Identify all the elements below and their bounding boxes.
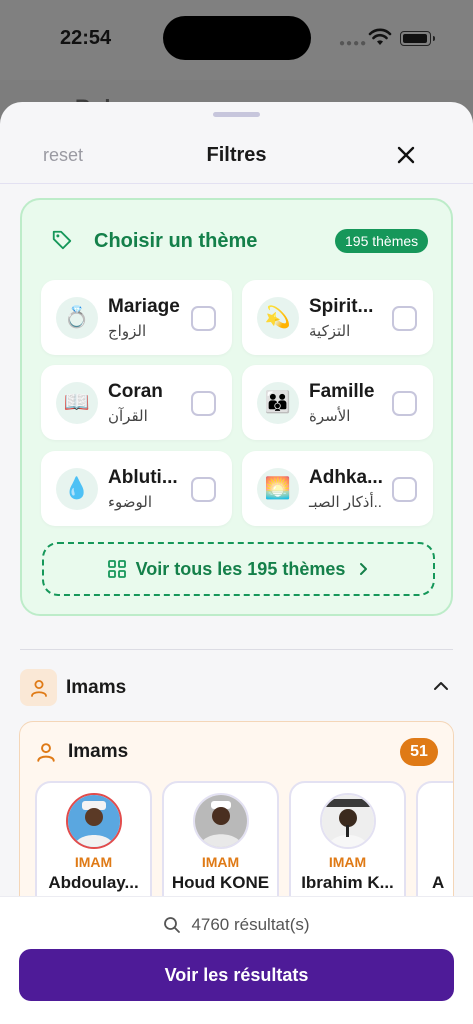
theme-checkbox[interactable]	[392, 306, 417, 331]
see-all-themes-button[interactable]: Voir tous les 195 thèmes	[42, 542, 435, 596]
imam-name: Ibrahim K...	[301, 873, 394, 892]
filter-sheet: reset Filtres Choisir un thème 195 thème…	[0, 102, 473, 1024]
theme-arabic-label: الأسرة	[309, 408, 351, 425]
theme-heading: Choisir un thème	[94, 230, 258, 252]
theme-arabic-label: الزواج	[108, 323, 147, 340]
theme-tile-adhkar[interactable]: 🌅 Adhka... أذكار الصبـ..	[242, 451, 433, 526]
results-count: 4760 résultat(s)	[191, 915, 310, 934]
theme-arabic-label: أذكار الصبـ..	[309, 494, 382, 511]
family-icon: 👪	[257, 382, 299, 424]
ring-icon: 💍	[56, 297, 98, 339]
theme-tile-coran[interactable]: 📖 Coran القرآن	[41, 365, 232, 440]
dynamic-island	[163, 16, 311, 60]
person-icon	[37, 743, 55, 762]
battery-icon	[400, 31, 435, 46]
sunrise-icon: 🌅	[257, 468, 299, 510]
see-all-themes-label: Voir tous les 195 thèmes	[135, 558, 346, 579]
theme-count-badge: 195 thèmes	[335, 229, 429, 253]
status-time: 22:54	[60, 27, 112, 49]
theme-label: Spirit...	[309, 296, 374, 317]
theme-label: Famille	[309, 381, 375, 402]
imam-name: Abdoulay...	[48, 873, 139, 892]
sheet-grabber[interactable]	[213, 112, 260, 117]
imam-role: IMAM	[74, 854, 113, 870]
imams-count-badge: 51	[400, 738, 438, 766]
imam-name: Houd KONE	[171, 873, 270, 892]
theme-tile-spiritualite[interactable]: 💫 Spirit... التزكية	[242, 280, 433, 355]
cellular-dots-icon: ●●●●	[339, 38, 368, 49]
theme-checkbox[interactable]	[191, 391, 216, 416]
theme-label: Coran	[108, 381, 163, 402]
open-book-icon: 📖	[56, 382, 98, 424]
grid-icon	[107, 560, 126, 578]
person-icon	[20, 669, 57, 706]
imam-role: IMAM	[201, 854, 240, 870]
section-divider	[20, 649, 453, 650]
results-footer: 4760 résultat(s) Voir les résultats	[0, 896, 473, 1024]
theme-arabic-label: الوضوء	[108, 494, 153, 511]
sheet-header: reset Filtres	[0, 124, 473, 184]
theme-arabic-label: التزكية	[309, 323, 351, 340]
theme-label: Mariage	[108, 296, 180, 317]
chevron-right-icon	[360, 563, 368, 575]
imam-role: IMAM	[328, 854, 367, 870]
status-bar: 22:54 ●●●●	[0, 0, 473, 80]
theme-label: Adhka...	[309, 467, 383, 488]
tag-icon	[52, 230, 72, 250]
results-count-row: 4760 résultat(s)	[0, 915, 473, 935]
avatar	[66, 793, 122, 849]
theme-arabic-label: القرآن	[108, 408, 148, 425]
theme-checkbox[interactable]	[191, 477, 216, 502]
theme-checkbox[interactable]	[191, 306, 216, 331]
droplet-icon: 💧	[56, 468, 98, 510]
avatar	[320, 793, 376, 849]
wifi-icon	[368, 28, 392, 45]
imams-section-title[interactable]: Imams	[66, 677, 126, 699]
theme-checkbox[interactable]	[392, 391, 417, 416]
theme-checkbox[interactable]	[392, 477, 417, 502]
show-results-button[interactable]: Voir les résultats	[19, 949, 454, 1001]
theme-picker-card: Choisir un thème 195 thèmes 💍 Mariage ال…	[20, 198, 453, 616]
dizzy-icon: 💫	[257, 297, 299, 339]
theme-tile-famille[interactable]: 👪 Famille الأسرة	[242, 365, 433, 440]
chevron-up-icon[interactable]	[431, 679, 451, 693]
imam-name: A	[432, 873, 445, 892]
search-icon	[164, 917, 181, 933]
theme-tile-ablutions[interactable]: 💧 Abluti... الوضوء	[41, 451, 232, 526]
theme-label: Abluti...	[108, 467, 178, 488]
theme-tile-mariage[interactable]: 💍 Mariage الزواج	[41, 280, 232, 355]
close-icon[interactable]	[392, 141, 420, 169]
imams-card-title: Imams	[68, 741, 129, 762]
avatar	[193, 793, 249, 849]
